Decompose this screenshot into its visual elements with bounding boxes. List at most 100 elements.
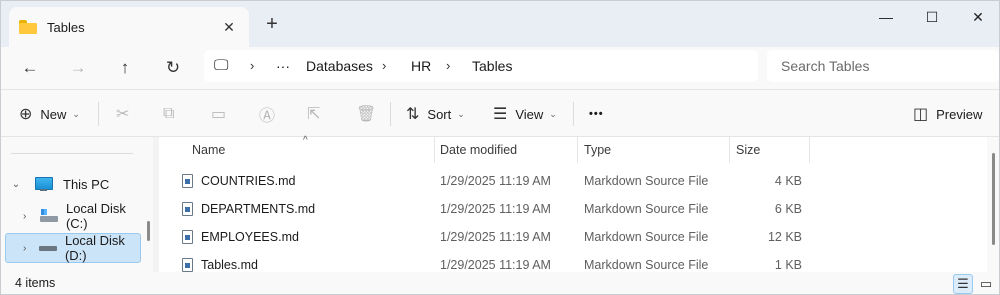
command-bar: ⊕ New ⌄ ✂ ⧉ ▭ Ⓐ ⇱ 🗑 ⇅ Sort ⌄ ☰ View ⌄ ••… [1,89,999,137]
up-button[interactable]: ↑ [110,53,140,83]
file-list-scrollbar[interactable] [987,137,999,272]
new-button-label: New [40,106,67,122]
file-name: COUNTRIES.md [201,174,296,188]
file-name-cell: DEPARTMENTS.md [182,195,315,223]
forward-button[interactable]: → [63,53,93,83]
chevron-right-icon[interactable]: › [15,211,34,222]
navigation-pane: ⌄ This PC › Local Disk (C:) › Local Disk… [1,137,153,272]
search-input[interactable]: Search Tables [767,50,999,82]
share-icon: ⇱ [307,106,321,123]
new-tab-button[interactable]: + [261,13,283,35]
chevron-down-icon: ⌄ [72,108,80,119]
column-divider[interactable] [434,137,435,163]
sort-ascending-icon: ^ [303,135,308,146]
file-name-cell: EMPLOYEES.md [182,223,299,251]
computer-icon[interactable]: 🖵 [214,50,228,82]
file-name-cell: COUNTRIES.md [182,167,295,195]
tiles-view-icon[interactable]: ▭ [976,274,996,294]
table-row[interactable]: COUNTRIES.md 1/29/2025 11:19 AM Markdown… [159,167,987,195]
delete-button[interactable]: 🗑 [356,90,384,138]
folder-icon [19,20,37,34]
sidebar-item-local-disk-d[interactable]: › Local Disk (D:) [5,233,141,263]
cut-button[interactable]: ✂ [116,90,137,138]
toolbar-divider [98,102,99,126]
item-count: 4 items [15,276,56,290]
markdown-file-icon [182,174,193,188]
new-button[interactable]: ⊕ New ⌄ [19,90,80,138]
scissors-icon: ✂ [116,106,130,123]
address-bar[interactable]: 🖵 › ··· Databases › HR › Tables [204,50,758,82]
table-row[interactable]: EMPLOYEES.md 1/29/2025 11:19 AM Markdown… [159,223,987,251]
plus-circle-icon: ⊕ [19,106,33,123]
trash-icon: 🗑 [356,106,377,123]
computer-icon [35,177,55,191]
file-size: 12 KB [767,230,802,244]
drive-icon [39,241,57,255]
title-bar: Tables ✕ + — ☐ ✕ [1,1,999,47]
drive-icon [40,209,58,223]
toolbar-divider [390,102,391,126]
maximize-button[interactable]: ☐ [909,1,955,33]
details-view-icon[interactable]: ☰ [953,274,973,294]
navigation-bar: ← → ↑ ↻ 🖵 › ··· Databases › HR › Tables … [1,47,999,89]
column-header-size[interactable]: Size [736,137,760,163]
column-divider[interactable] [729,137,730,163]
share-button[interactable]: ⇱ [307,90,328,138]
chevron-right-icon[interactable]: › [446,50,450,82]
tab-title: Tables [47,19,85,35]
sidebar-item-local-disk-c[interactable]: › Local Disk (C:) [5,201,141,231]
back-button[interactable]: ← [15,53,45,83]
column-divider[interactable] [809,137,810,163]
preview-button[interactable]: ◫ Preview [913,90,982,138]
status-bar: 4 items ☰ ▭ [1,272,999,294]
sort-icon: ⇅ [406,106,420,123]
column-header-type[interactable]: Type [584,137,611,163]
file-type: Markdown Source File [584,202,709,216]
file-type: Markdown Source File [584,230,709,244]
file-type: Markdown Source File [584,174,709,188]
rename-icon: Ⓐ [259,108,276,125]
file-size: 6 KB [774,202,802,216]
breadcrumb-overflow[interactable]: ··· [276,50,290,82]
file-list: ^ Name Date modified Type Size COUNTRIES… [159,135,987,272]
minimize-button[interactable]: — [863,1,909,33]
file-name: DEPARTMENTS.md [201,202,316,216]
column-header-name[interactable]: Name [192,137,225,163]
column-header-date-modified[interactable]: Date modified [440,137,517,163]
sidebar-item-label: Local Disk (D:) [64,233,125,263]
chevron-down-icon: ⌄ [549,108,557,119]
file-name: EMPLOYEES.md [201,230,299,244]
chevron-right-icon[interactable]: › [382,50,386,82]
markdown-file-icon [182,258,193,272]
more-options-button[interactable]: ••• [589,90,604,138]
refresh-button[interactable]: ↻ [158,53,188,83]
close-window-button[interactable]: ✕ [955,1,999,33]
paste-button[interactable]: ▭ [211,90,234,138]
sidebar-item-label: Local Disk (C:) [65,201,126,231]
clipboard-icon: ▭ [211,106,227,123]
file-size: 4 KB [774,174,802,188]
close-tab-icon[interactable]: ✕ [219,17,239,37]
chevron-right-icon[interactable]: › [15,243,34,254]
tab-tables[interactable]: Tables ✕ [9,7,249,47]
rename-button[interactable]: Ⓐ [259,90,283,138]
sidebar-item-this-pc[interactable]: ⌄ This PC [5,169,141,199]
table-row[interactable]: DEPARTMENTS.md 1/29/2025 11:19 AM Markdo… [159,195,987,223]
sidebar-item-label: This PC [63,176,110,192]
chevron-down-icon[interactable]: ⌄ [5,179,27,190]
view-button-label: View [515,106,544,122]
breadcrumb-tables[interactable]: Tables [472,50,512,82]
view-button[interactable]: ☰ View ⌄ [493,90,557,138]
breadcrumb-databases[interactable]: Databases [306,50,373,82]
sidebar-divider [11,153,133,154]
breadcrumb-hr[interactable]: HR [411,50,431,82]
sort-button[interactable]: ⇅ Sort ⌄ [406,90,465,138]
chevron-right-icon[interactable]: › [250,50,254,82]
sidebar-scrollbar[interactable] [147,221,150,241]
copy-icon: ⧉ [163,105,175,122]
preview-pane-icon: ◫ [913,106,929,123]
column-divider[interactable] [577,137,578,163]
preview-button-label: Preview [936,106,983,122]
copy-button[interactable]: ⧉ [163,90,182,138]
scrollbar-thumb[interactable] [992,153,995,245]
